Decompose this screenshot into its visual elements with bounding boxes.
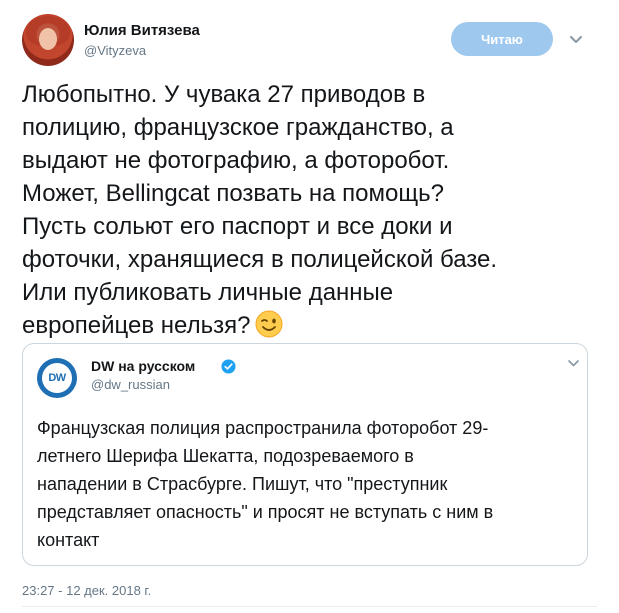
tweet-body: Любопытно. У чувака 27 приводов в полици… xyxy=(22,81,498,339)
dw-logo-text: DW xyxy=(42,363,72,393)
divider xyxy=(22,606,597,607)
quoted-author-handle[interactable]: @dw_russian xyxy=(91,377,170,392)
quoted-tweet-text: Французская полиция распространила фотор… xyxy=(37,418,494,550)
author-name[interactable]: Юлия Витязева xyxy=(84,22,200,39)
chevron-down-icon[interactable] xyxy=(568,33,584,47)
quoted-tweet-card[interactable]: DW DW на русском @dw_russian Французская… xyxy=(22,343,588,566)
verified-badge-icon xyxy=(221,359,236,374)
tweet-text: Любопытно. У чувака 27 приводов в полици… xyxy=(22,78,602,342)
author-avatar[interactable] xyxy=(22,14,74,66)
avatar-face xyxy=(39,28,57,50)
author-handle[interactable]: @Vityzeva xyxy=(84,43,146,58)
winking-face-icon xyxy=(255,310,283,338)
quoted-author-name[interactable]: DW на русском xyxy=(91,358,195,374)
quoted-chevron-down-icon[interactable] xyxy=(567,358,580,369)
dw-logo: DW xyxy=(37,358,77,398)
following-button[interactable]: Читаю xyxy=(451,22,553,56)
tweet-timestamp[interactable]: 23:27 - 12 дек. 2018 г. xyxy=(22,583,151,598)
